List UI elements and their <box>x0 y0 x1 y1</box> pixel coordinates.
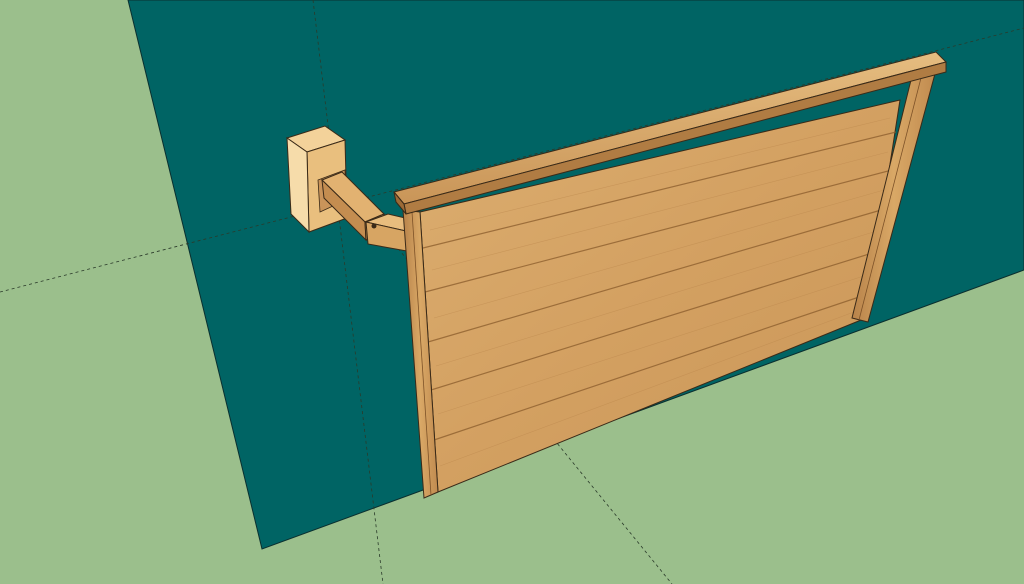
3d-viewport[interactable] <box>0 0 1024 584</box>
pivot-pin-icon <box>371 223 377 229</box>
scene-canvas[interactable] <box>0 0 1024 584</box>
